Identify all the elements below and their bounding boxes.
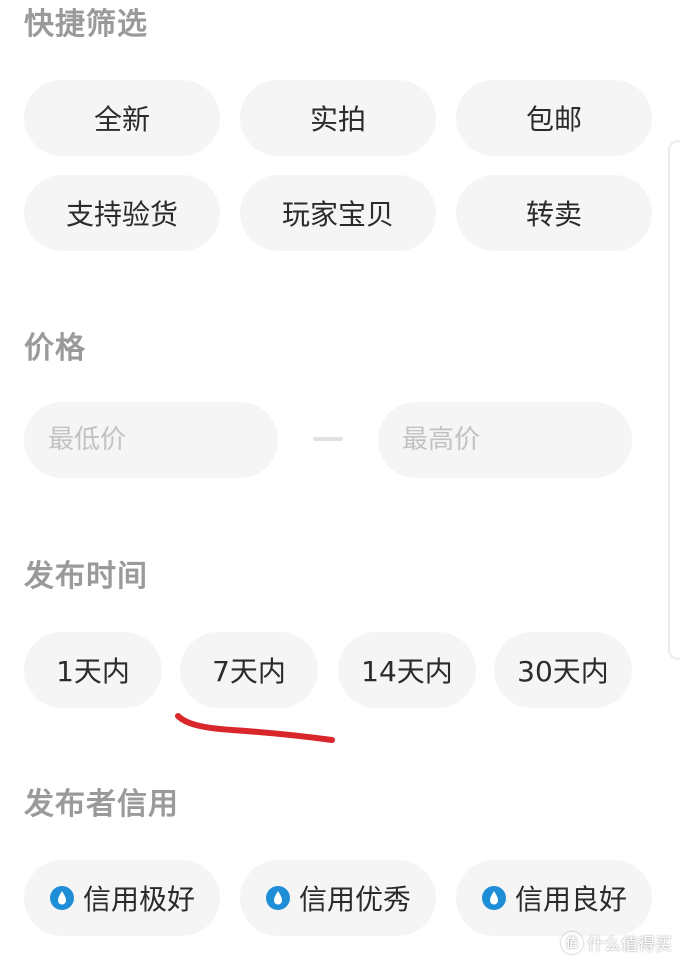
credit-chip-excellent[interactable]: 信用极好 bbox=[24, 860, 220, 936]
max-price-input[interactable] bbox=[378, 402, 632, 478]
time-chip-1-day[interactable]: 1天内 bbox=[24, 632, 162, 708]
credit-drop-icon bbox=[49, 886, 74, 910]
credit-chip-label: 信用极好 bbox=[82, 883, 195, 916]
min-price-input[interactable] bbox=[24, 402, 278, 478]
publish-time-title: 发布时间 bbox=[24, 559, 148, 594]
filter-chip-real-photo[interactable]: 实拍 bbox=[240, 80, 436, 156]
watermark-logo-icon: 值 bbox=[561, 931, 583, 954]
filter-chip-resale[interactable]: 转卖 bbox=[456, 175, 652, 251]
filter-chip-player-items[interactable]: 玩家宝贝 bbox=[240, 175, 436, 251]
credit-chip-outstanding[interactable]: 信用优秀 bbox=[240, 860, 436, 936]
price-range-separator bbox=[313, 437, 343, 441]
quick-filter-title: 快捷筛选 bbox=[24, 7, 148, 42]
credit-drop-icon bbox=[481, 886, 506, 910]
watermark: 值 什么值得买 bbox=[561, 930, 672, 955]
watermark-text: 什么值得买 bbox=[587, 935, 672, 955]
time-chip-30-days[interactable]: 30天内 bbox=[494, 632, 632, 708]
filter-chip-brand-new[interactable]: 全新 bbox=[24, 80, 220, 156]
publisher-credit-title: 发布者信用 bbox=[24, 787, 179, 822]
time-chip-14-days[interactable]: 14天内 bbox=[338, 632, 476, 708]
credit-chip-label: 信用良好 bbox=[514, 883, 627, 916]
price-title: 价格 bbox=[24, 331, 86, 366]
credit-drop-icon bbox=[265, 886, 290, 910]
red-underline-annotation bbox=[175, 713, 335, 743]
filter-chip-inspection-supported[interactable]: 支持验货 bbox=[24, 175, 220, 251]
credit-chip-good[interactable]: 信用良好 bbox=[456, 860, 652, 936]
credit-chip-label: 信用优秀 bbox=[298, 883, 411, 916]
filter-chip-free-shipping[interactable]: 包邮 bbox=[456, 80, 652, 156]
scroll-edge-indicator bbox=[668, 140, 680, 660]
time-chip-7-days[interactable]: 7天内 bbox=[180, 632, 318, 708]
